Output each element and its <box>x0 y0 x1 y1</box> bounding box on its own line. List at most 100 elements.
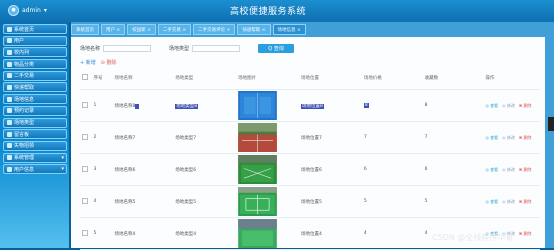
delete-row-button[interactable]: ✖ 删除 <box>519 135 532 141</box>
side-scroll-handle[interactable] <box>548 117 554 131</box>
sidebar-item-bookings[interactable]: 预约记录 <box>3 105 67 116</box>
delete-row-button[interactable]: ✖ 删除 <box>519 103 532 109</box>
sidebar-item-label: 用户 <box>14 38 25 45</box>
username: admin <box>22 6 41 14</box>
top-bar: ● admin ▾ 高校便捷服务系统 <box>0 0 554 22</box>
list-icon <box>7 49 12 55</box>
venue-price: 6 <box>361 153 423 186</box>
sidebar-item-campus[interactable]: 校内列 <box>3 47 67 58</box>
row-checkbox[interactable] <box>80 185 92 218</box>
sidebar-item-label: 失物招领 <box>14 143 35 150</box>
tag-icon <box>7 120 12 125</box>
column-header[interactable]: 场地价格 <box>361 67 423 90</box>
main-area: 系统首页 用户 × 校园新 × 二手交易 × 二手交易评论 × 快递帮取 × 场… <box>71 22 554 250</box>
venue-name: 场地名称4 <box>112 217 174 250</box>
venue-photo[interactable] <box>238 187 277 216</box>
venue-price: 8 <box>363 103 369 108</box>
venue-name: 场地名称5 <box>112 185 174 218</box>
venue-image-cell <box>236 185 299 218</box>
column-header: 序号 <box>91 67 113 90</box>
venue-icon <box>7 96 12 102</box>
sidebar-item-express[interactable]: 快递帮取 <box>3 82 67 93</box>
row-index: 1 <box>91 89 113 122</box>
sidebar-item-venue-types[interactable]: 场地类型 <box>3 117 67 128</box>
delete-row-button[interactable]: ✖ 删除 <box>519 231 532 237</box>
row-checkbox[interactable] <box>80 121 92 154</box>
home-icon <box>7 26 12 32</box>
venue-photo[interactable] <box>238 123 277 152</box>
delete-row-button[interactable]: ✖ 删除 <box>519 167 532 173</box>
sidebar-item-users[interactable]: 用户 <box>3 35 67 46</box>
tab-express[interactable]: 快递帮取 × <box>237 24 271 35</box>
sidebar-item-venues[interactable]: 场地信息 <box>3 94 67 105</box>
tab-venues[interactable]: 场地信息 × <box>272 24 306 35</box>
venue-location: 场地位置5 <box>298 185 362 218</box>
table-row[interactable]: 4 场地名称5 场地类型5 场地位置5 5 5 ◎ 查看 ◎ 修改 ✖ 删除 <box>80 185 540 218</box>
venue-name-input[interactable] <box>103 44 152 52</box>
sidebar-item-label: 场地类型 <box>14 120 35 126</box>
edit-button[interactable]: ◎ 修改 <box>502 199 515 205</box>
row-checkbox[interactable] <box>80 89 92 122</box>
select-all-checkbox[interactable] <box>80 67 92 90</box>
edit-button[interactable]: ◎ 修改 <box>502 135 515 141</box>
user-menu[interactable]: ● admin ▾ <box>8 4 47 16</box>
edit-button[interactable]: ◎ 修改 <box>502 103 515 109</box>
tab-campus-news[interactable]: 校园新 × <box>127 24 156 35</box>
venue-price-cell: 8 <box>361 89 423 122</box>
watermark: CSDN @全栈程序华哥 <box>432 233 514 242</box>
venue-photo[interactable] <box>238 219 277 248</box>
delete-row-button[interactable]: ✖ 删除 <box>519 199 532 205</box>
view-button[interactable]: ◎ 查看 <box>485 135 498 141</box>
table-row[interactable]: 2 场地名称7 场地类型7 场地位置7 7 7 ◎ 查看 ◎ 修改 ✖ 删除 <box>80 121 540 154</box>
row-checkbox[interactable] <box>80 217 92 250</box>
tab-secondhand-comments[interactable]: 二手交易评论 × <box>193 24 236 35</box>
sidebar-item-profile[interactable]: 用户信息 ▾ <box>3 164 67 175</box>
column-header[interactable]: 场地类型 <box>173 67 237 90</box>
column-header[interactable]: 场地名称 <box>112 67 174 90</box>
table-row[interactable]: 3 场地名称6 场地类型6 场地位置6 6 6 ◎ 查看 ◎ 修改 ✖ 删除 <box>80 153 540 186</box>
edit-button[interactable]: ◎ 修改 <box>502 167 515 173</box>
search-button[interactable]: Q 查询 <box>258 43 295 53</box>
column-header: 操作 <box>483 67 540 90</box>
view-button[interactable]: ◎ 查看 <box>485 199 498 205</box>
row-checkbox[interactable] <box>80 153 92 186</box>
delete-button[interactable]: ⊖ 删除 <box>101 59 117 66</box>
sidebar-item-lost-found[interactable]: 失物招领 <box>3 140 67 151</box>
message-icon <box>7 131 12 137</box>
row-operations: ◎ 查看 ◎ 修改 ✖ 删除 <box>483 121 540 154</box>
venue-name: 场地名称6 <box>112 153 174 186</box>
chevron-down-icon: ▾ <box>61 154 64 161</box>
sidebar-item-label: 场地信息 <box>14 96 35 103</box>
tab-users[interactable]: 用户 × <box>101 24 126 35</box>
venue-image-cell <box>236 121 299 154</box>
venue-type-input[interactable] <box>192 44 241 52</box>
add-button[interactable]: + 新增 <box>80 59 96 66</box>
row-operations: ◎ 查看 ◎ 修改 ✖ 删除 <box>483 89 540 122</box>
sidebar-item-home[interactable]: 系统首页 <box>3 24 67 34</box>
venue-type: 场地类型7 <box>173 121 237 154</box>
view-button[interactable]: ◎ 查看 <box>485 167 498 173</box>
sidebar-item-label: 预约记录 <box>14 108 35 115</box>
venue-photo[interactable] <box>238 155 277 184</box>
venue-photo[interactable] <box>238 91 277 120</box>
sidebar-item-label: 用户信息 <box>14 166 35 173</box>
column-header: 场地图片 <box>236 67 299 90</box>
sidebar-item-system[interactable]: 系统管理 ▾ <box>3 152 67 163</box>
tab-secondhand[interactable]: 二手交易 × <box>157 24 192 35</box>
filter-bar: 场地名称 场地类型 Q 查询 <box>80 43 295 53</box>
column-header[interactable]: 场地位置 <box>298 67 362 90</box>
table-row[interactable]: 1 场地名称8 场地类型8 场地位置8 8 8 ◎ 查看 ◎ 修改 ✖ 删除 <box>80 89 540 122</box>
view-button[interactable]: ◎ 查看 <box>485 103 498 109</box>
sidebar-item-secondhand[interactable]: 二手交易 <box>3 70 67 81</box>
sidebar-item-categories[interactable]: 物品分类 <box>3 59 67 70</box>
row-operations: ◎ 查看 ◎ 修改 ✖ 删除 <box>483 185 540 218</box>
tab-home[interactable]: 系统首页 <box>71 24 99 35</box>
app-title: 高校便捷服务系统 <box>230 7 307 17</box>
row-index: 5 <box>91 217 113 250</box>
row-index: 4 <box>91 185 113 218</box>
sidebar-item-messages[interactable]: 留言板 <box>3 129 67 140</box>
user-avatar-icon: ● <box>8 4 19 16</box>
filter-name-label: 场地名称 <box>80 45 101 52</box>
sidebar-item-label: 物品分类 <box>14 61 35 68</box>
column-header[interactable]: 收藏数 <box>422 67 484 90</box>
